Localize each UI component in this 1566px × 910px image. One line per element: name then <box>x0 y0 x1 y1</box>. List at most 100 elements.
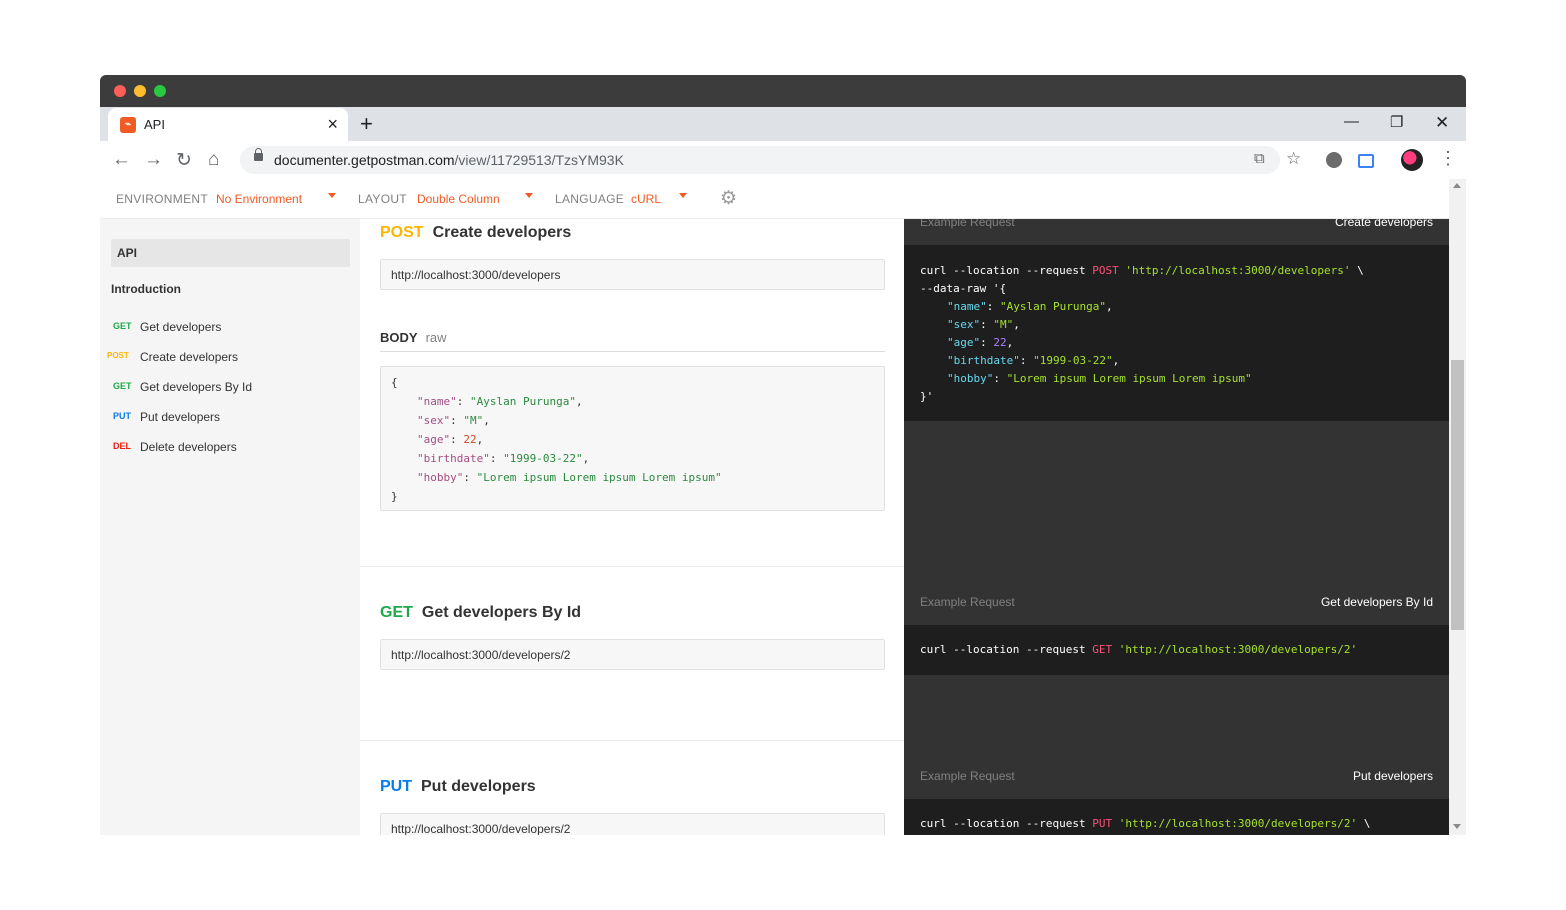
code-value: "1999-03-22" <box>1033 354 1113 367</box>
url-text[interactable]: documenter.getpostman.com/view/11729513/… <box>274 152 624 168</box>
restore-icon[interactable]: ❐ <box>1390 113 1403 131</box>
section-title-create-developers: POST Create developers <box>380 224 571 242</box>
postman-favicon-icon: ⌁ <box>120 117 136 133</box>
scroll-up-icon[interactable] <box>1453 183 1461 188</box>
sidebar-item-label: Put developers <box>140 410 221 424</box>
tab-strip: ⌁ API × + — ❐ ✕ <box>100 107 1466 141</box>
profile-avatar[interactable] <box>1401 149 1423 171</box>
request-url-box[interactable]: http://localhost:3000/developers/2 <box>380 813 885 835</box>
code-value: 22 <box>993 336 1007 349</box>
code-value: "M" <box>993 318 1014 331</box>
method-label: PUT <box>380 778 412 795</box>
body-label: BODY <box>380 330 418 345</box>
lock-icon[interactable] <box>254 148 263 161</box>
code-key: "name" <box>947 300 987 313</box>
code-line: { <box>391 376 398 389</box>
code-line: "sex": "M", <box>947 318 1020 331</box>
request-url-box[interactable]: http://localhost:3000/developers <box>380 259 885 290</box>
sidebar-item-get-developers-by-id[interactable]: GET Get developers By Id <box>100 377 360 399</box>
sidebar-item-label: Create developers <box>140 350 239 364</box>
url-path: /view/11729513/TzsYM93K <box>454 152 624 168</box>
sidebar-item-get-developers[interactable]: GET Get developers <box>100 317 360 339</box>
code-brace: } <box>391 490 398 503</box>
section-title-get-developers-by-id: GET Get developers By Id <box>380 604 581 622</box>
new-tab-icon[interactable]: + <box>360 111 373 137</box>
sidebar-item-delete-developers[interactable]: DEL Delete developers <box>100 437 360 459</box>
code-value: "Ayslan Purunga" <box>1000 300 1106 313</box>
forward-icon[interactable]: → <box>144 149 163 171</box>
omnibox[interactable]: documenter.getpostman.com/view/11729513/… <box>240 146 1301 174</box>
translate-icon[interactable]: ⧉ <box>1254 150 1265 167</box>
example-header: Example Request Put developers <box>904 753 1449 799</box>
sidebar-method-badge: GET <box>113 381 132 391</box>
curl-url: 'http://localhost:3000/developers/2' <box>1118 817 1358 830</box>
example-code-put: curl --location --request PUT 'http://lo… <box>904 799 1449 835</box>
layout-dropdown[interactable]: Double Column <box>417 192 500 206</box>
sidebar-collection-api[interactable]: API <box>111 239 350 267</box>
curl-data-end: }' <box>920 390 934 403</box>
minimize-window-dot[interactable] <box>134 85 146 97</box>
extension-screen-icon[interactable] <box>1358 154 1374 168</box>
method-label: POST <box>380 224 424 241</box>
environment-caret-icon[interactable] <box>328 193 336 198</box>
curl-data-raw: --data-raw '{ <box>920 282 1007 295</box>
more-menu-icon[interactable]: ⋮ <box>1439 148 1457 169</box>
sidebar-item-introduction[interactable]: Introduction <box>111 282 181 296</box>
back-icon[interactable]: ← <box>112 149 131 171</box>
language-caret-icon[interactable] <box>679 193 687 198</box>
minimize-icon[interactable]: — <box>1344 113 1359 130</box>
example-label: Example Request <box>920 769 1015 783</box>
code-key: "birthdate" <box>417 452 490 465</box>
reload-icon[interactable]: ↻ <box>176 149 192 172</box>
language-dropdown[interactable]: cURL <box>631 192 661 206</box>
request-url: http://localhost:3000/developers/2 <box>391 648 571 662</box>
request-name: Put developers <box>421 778 536 795</box>
extension-gear-icon[interactable] <box>1326 152 1342 168</box>
code-line: --data-raw '{ <box>920 282 1006 295</box>
code-key: "birthdate" <box>947 354 1020 367</box>
curl-url: 'http://localhost:3000/developers' <box>1125 264 1351 277</box>
body-type: raw <box>425 330 447 345</box>
sidebar: API Introduction GET Get developers POST… <box>100 219 360 835</box>
settings-gear-icon[interactable]: ⚙ <box>720 187 737 210</box>
close-icon[interactable]: ✕ <box>1435 113 1449 133</box>
method-label: GET <box>380 604 413 621</box>
environment-dropdown[interactable]: No Environment <box>216 192 302 206</box>
scrollbar-thumb[interactable] <box>1451 360 1464 630</box>
example-panel: Example Request Create developers curl -… <box>904 199 1449 835</box>
example-title: Put developers <box>1352 769 1433 783</box>
sidebar-collection-label: API <box>117 246 138 260</box>
close-window-dot[interactable] <box>114 85 126 97</box>
scroll-down-icon[interactable] <box>1453 824 1461 829</box>
sidebar-method-badge: GET <box>113 321 132 331</box>
request-url-box[interactable]: http://localhost:3000/developers/2 <box>380 639 885 670</box>
sidebar-method-badge: PUT <box>113 411 131 421</box>
curl-command: curl --location --request <box>920 264 1086 277</box>
layout-caret-icon[interactable] <box>525 193 533 198</box>
code-value: "Ayslan Purunga" <box>470 395 576 408</box>
code-key: "hobby" <box>947 372 994 385</box>
section-divider <box>360 566 904 567</box>
example-title: Get developers By Id <box>1320 595 1433 609</box>
code-line: curl --location --request GET 'http://lo… <box>920 643 1357 656</box>
section-divider <box>360 740 904 741</box>
code-brace: { <box>391 376 398 389</box>
sidebar-item-put-developers[interactable]: PUT Put developers <box>100 407 360 429</box>
curl-url: 'http://localhost:3000/developers/2' <box>1118 643 1358 656</box>
star-icon[interactable]: ☆ <box>1286 149 1301 169</box>
layout-label: LAYOUT <box>358 192 407 206</box>
tab-close-icon[interactable]: × <box>327 114 338 135</box>
code-value: "1999-03-22" <box>503 452 583 465</box>
code-line: "birthdate": "1999-03-22", <box>417 452 590 465</box>
browser-tab[interactable]: ⌁ API × <box>108 108 348 141</box>
code-line: }' <box>920 390 933 403</box>
code-line: "birthdate": "1999-03-22", <box>947 354 1120 367</box>
maximize-window-dot[interactable] <box>154 85 166 97</box>
sidebar-item-create-developers[interactable]: POST Create developers <box>100 347 360 369</box>
code-value: 22 <box>463 433 477 446</box>
section-title-put-developers: PUT Put developers <box>380 778 536 796</box>
curl-command: curl --location --request <box>920 817 1086 830</box>
sidebar-item-label: Get developers By Id <box>140 380 253 394</box>
home-icon[interactable]: ⌂ <box>208 149 219 171</box>
code-key: "age" <box>947 336 981 349</box>
